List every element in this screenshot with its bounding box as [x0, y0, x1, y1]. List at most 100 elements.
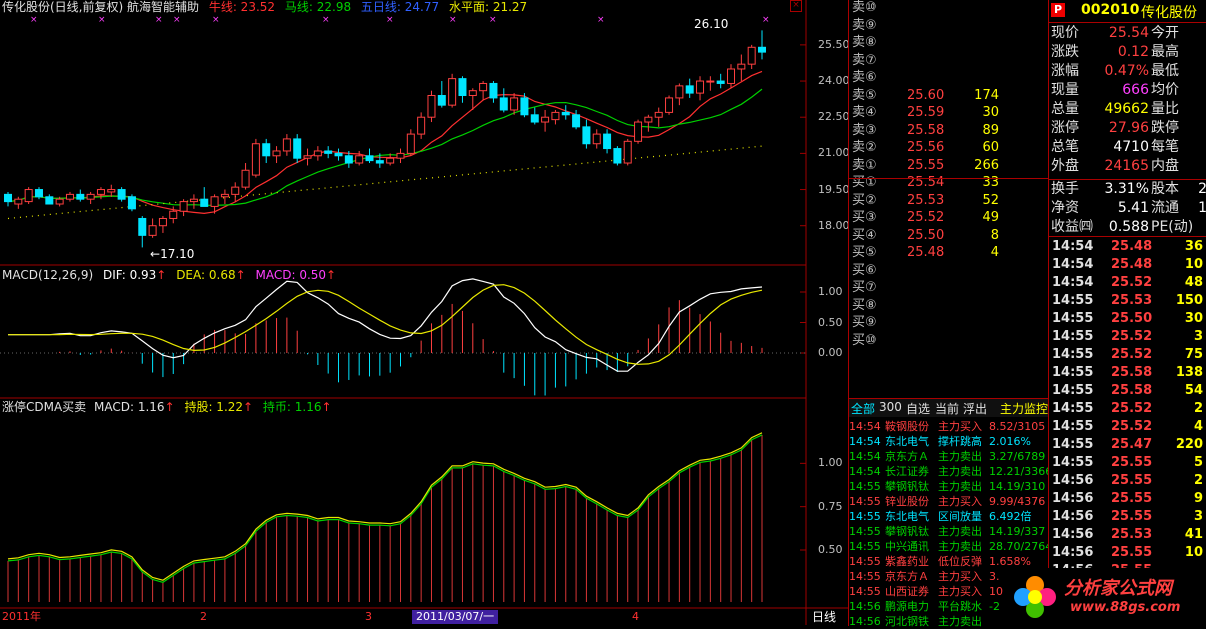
tick-time: 14:55 — [1052, 365, 1094, 380]
tick-time: 14:56 — [1052, 491, 1094, 506]
candle-body — [561, 111, 570, 116]
tick-volume: 150 — [1175, 293, 1203, 308]
monitor-row[interactable]: 14:55 攀钢钒钛 主力卖出 14.19/337 — [849, 524, 1049, 539]
candle-body — [365, 155, 374, 162]
candle-body — [530, 114, 539, 123]
quote-label: 换手 — [1051, 181, 1079, 197]
ask-row[interactable]: 卖⑥ — [849, 69, 1049, 87]
candle-body — [489, 82, 498, 99]
monitor-row[interactable]: 14:54 鞍钢股份 主力买入 8.52/3105 — [849, 419, 1049, 434]
bid-row[interactable]: 买① 25.54 33 — [849, 174, 1049, 192]
close-panel-icon[interactable]: × — [790, 0, 802, 12]
candle-body — [303, 155, 312, 159]
candle-body — [468, 90, 477, 97]
quote-row: 总笔 4710 每笔 — [1049, 138, 1206, 157]
monitor-event: 主力卖出 — [938, 525, 982, 538]
tab-current[interactable]: 当前 — [935, 400, 959, 417]
x-label-mar: 3 — [365, 610, 372, 623]
bid-row[interactable]: 买⑤ 25.48 4 — [849, 244, 1049, 262]
bid-row[interactable]: 买⑥ — [849, 262, 1049, 280]
macd-dea: DEA: 0.68 — [176, 268, 236, 282]
bid-row[interactable]: 买⑦ — [849, 279, 1049, 297]
ob-side: 卖① — [852, 157, 877, 173]
ob-side: 卖⑩ — [852, 0, 877, 15]
tick-row: 14:55 25.52 2 — [1049, 400, 1206, 418]
tick-volume: 48 — [1184, 275, 1203, 290]
chart-title: 传化股份(日线,前复权) 航海智能辅助 — [2, 0, 199, 14]
monitor-stock: 鹏源电力 — [885, 600, 929, 613]
monitor-value: 28.70/2764 — [989, 540, 1049, 553]
ob-side: 买④ — [852, 227, 877, 243]
bid-row[interactable]: 买② 25.53 52 — [849, 192, 1049, 210]
monitor-value: 14.19/337 — [989, 525, 1046, 538]
monitor-row[interactable]: 14:55 攀钢钒钛 主力卖出 14.19/310 — [849, 479, 1049, 494]
monitor-row[interactable]: 14:55 紫鑫药业 低位反弹 1.658% — [849, 554, 1049, 569]
quote-label-right: 今开 — [1151, 25, 1179, 41]
monitor-stock: 河北钢铁 — [885, 615, 929, 628]
tab-watchlist[interactable]: 自选 — [906, 400, 930, 417]
ob-side: 卖⑨ — [852, 17, 877, 33]
ob-side: 买⑥ — [852, 262, 877, 278]
monitor-row[interactable]: 14:54 长江证券 主力卖出 12.21/3366 — [849, 464, 1049, 479]
ask-row[interactable]: 卖④ 25.59 30 — [849, 104, 1049, 122]
monitor-stock: 攀钢钒钛 — [885, 480, 929, 493]
ask-row[interactable]: 卖⑧ — [849, 34, 1049, 52]
tick-volume: 2 — [1193, 473, 1203, 488]
top-marker: × — [386, 15, 394, 25]
watermark: 分析家公式网 www.88gs.com — [1008, 568, 1206, 625]
kline-chart[interactable]: × × × × × × × × × × × — [0, 0, 848, 625]
tab-300[interactable]: 300 — [879, 400, 902, 414]
low-price-label: ←17.10 — [150, 247, 195, 261]
monitor-row[interactable]: 14:55 中兴通讯 主力卖出 28.70/2764 — [849, 539, 1049, 554]
ask-row[interactable]: 卖⑨ — [849, 17, 1049, 35]
quote-row: 收益㈣ 0.588 PE(动) — [1049, 218, 1206, 237]
bid-row[interactable]: 买⑩ — [849, 332, 1049, 350]
ask-row[interactable]: 卖② 25.56 60 — [849, 139, 1049, 157]
bid-row[interactable]: 买④ 25.50 8 — [849, 227, 1049, 245]
monitor-row[interactable]: 14:55 锌业股份 主力买入 9.99/4376 — [849, 494, 1049, 509]
tab-all[interactable]: 全部 — [851, 400, 875, 417]
candle-body — [262, 143, 271, 157]
monitor-value: -2 — [989, 600, 1000, 613]
candle-body — [158, 217, 167, 227]
monitor-value: 3.27/6789 — [989, 450, 1046, 463]
ob-volume: 89 — [982, 122, 999, 138]
period-selector[interactable]: 日线 — [812, 610, 836, 624]
monitor-row[interactable]: 14:55 东北电气 区间放量 6.492倍 — [849, 509, 1049, 524]
top-marker: × — [212, 15, 220, 25]
monitor-event: 主力卖出 — [938, 615, 982, 628]
quote-value: 0.588 — [1108, 219, 1149, 235]
ask-row[interactable]: 卖③ 25.58 89 — [849, 122, 1049, 140]
macd-tick-label: 1.00 — [818, 285, 843, 298]
macd-dea-line — [8, 284, 763, 365]
tab-float[interactable]: 浮出 — [963, 400, 987, 417]
tick-row: 14:54 25.48 36 — [1049, 238, 1206, 256]
ask-row[interactable]: 卖① 25.55 266 — [849, 157, 1049, 175]
ask-row[interactable]: 卖⑤ 25.60 174 — [849, 87, 1049, 105]
quote-label: 涨停 — [1051, 120, 1079, 136]
bid-row[interactable]: 买⑨ — [849, 314, 1049, 332]
ob-side: 买⑤ — [852, 245, 877, 260]
ob-volume: 266 — [974, 157, 999, 173]
monitor-time: 14:54 — [849, 420, 881, 433]
tick-volume: 3 — [1193, 509, 1203, 524]
bid-row[interactable]: 买⑧ — [849, 297, 1049, 315]
monitor-stock: 攀钢钒钛 — [885, 525, 929, 538]
tick-time: 14:55 — [1052, 437, 1094, 452]
monitor-stock: 长江证券 — [885, 465, 929, 478]
tick-row: 14:55 25.53 150 — [1049, 292, 1206, 310]
top-marker: × — [597, 15, 605, 25]
ask-row[interactable]: 卖⑦ — [849, 52, 1049, 70]
monitor-row[interactable]: 14:54 京东方Ａ 主力卖出 3.27/6789 — [849, 449, 1049, 464]
ask-row[interactable]: 卖⑩ — [849, 0, 1049, 17]
candle-body — [634, 121, 643, 142]
top-marker: × — [155, 15, 163, 25]
quote-value: 666 — [1122, 82, 1149, 98]
candle-body — [55, 198, 64, 205]
quote-row: 涨停 27.96 跌停 — [1049, 119, 1206, 138]
tick-price: 25.55 — [1111, 455, 1153, 470]
tick-price: 25.55 — [1111, 473, 1153, 488]
tab-main-monitor[interactable]: 主力监控 — [1000, 400, 1048, 417]
bid-row[interactable]: 买③ 25.52 49 — [849, 209, 1049, 227]
monitor-row[interactable]: 14:54 东北电气 撑杆跳高 2.016% — [849, 434, 1049, 449]
